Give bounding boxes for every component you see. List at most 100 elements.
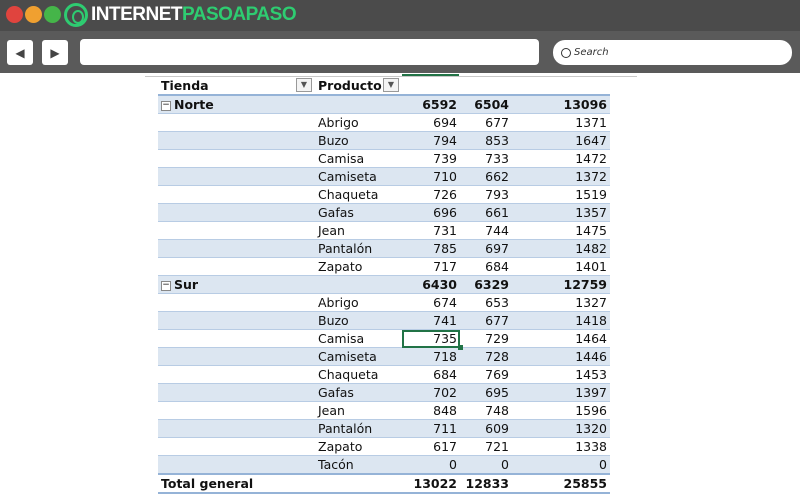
- empty-cell[interactable]: [158, 419, 315, 438]
- value-cell[interactable]: 1596: [512, 401, 610, 420]
- value-cell[interactable]: 1357: [512, 203, 610, 222]
- close-window-button[interactable]: [6, 6, 23, 23]
- value-cell[interactable]: 853: [460, 131, 512, 150]
- value-cell[interactable]: 617: [402, 437, 460, 456]
- header-cell[interactable]: [460, 77, 512, 96]
- empty-cell[interactable]: [158, 149, 315, 168]
- value-cell[interactable]: 694: [402, 113, 460, 132]
- empty-cell[interactable]: [315, 473, 402, 494]
- value-cell[interactable]: 729: [460, 329, 512, 348]
- value-cell[interactable]: 726: [402, 185, 460, 204]
- value-cell[interactable]: 1371: [512, 113, 610, 132]
- value-cell[interactable]: 848: [402, 401, 460, 420]
- empty-cell[interactable]: [158, 239, 315, 258]
- product-cell[interactable]: Buzo: [315, 311, 402, 330]
- value-cell[interactable]: 728: [460, 347, 512, 366]
- minimize-window-button[interactable]: [25, 6, 42, 23]
- value-cell[interactable]: 662: [460, 167, 512, 186]
- group-total-cell[interactable]: 6430: [402, 275, 460, 294]
- value-cell[interactable]: 695: [460, 383, 512, 402]
- product-cell[interactable]: Camiseta: [315, 347, 402, 366]
- value-cell[interactable]: 1482: [512, 239, 610, 258]
- empty-cell[interactable]: [158, 329, 315, 348]
- empty-cell[interactable]: [315, 94, 402, 114]
- group-label[interactable]: − Sur: [158, 275, 315, 294]
- tienda-filter-dropdown-icon[interactable]: ▼: [296, 78, 312, 92]
- value-cell[interactable]: 697: [460, 239, 512, 258]
- value-cell[interactable]: 684: [402, 365, 460, 384]
- empty-cell[interactable]: [158, 221, 315, 240]
- value-cell[interactable]: 717: [402, 257, 460, 276]
- value-cell[interactable]: 794: [402, 131, 460, 150]
- empty-cell[interactable]: [158, 131, 315, 150]
- value-cell[interactable]: 741: [402, 311, 460, 330]
- back-button[interactable]: ◀: [7, 40, 33, 65]
- group-total-cell[interactable]: 12759: [512, 275, 610, 294]
- collapse-icon[interactable]: −: [161, 100, 171, 111]
- value-cell[interactable]: 718: [402, 347, 460, 366]
- empty-cell[interactable]: [158, 167, 315, 186]
- value-cell[interactable]: 710: [402, 167, 460, 186]
- value-cell[interactable]: 721: [460, 437, 512, 456]
- group-total-cell[interactable]: 6329: [460, 275, 512, 294]
- empty-cell[interactable]: [158, 365, 315, 384]
- value-cell[interactable]: 653: [460, 293, 512, 312]
- product-cell[interactable]: Chaqueta: [315, 365, 402, 384]
- grand-total-label[interactable]: Total general: [158, 473, 315, 494]
- value-cell[interactable]: 1327: [512, 293, 610, 312]
- value-cell[interactable]: 609: [460, 419, 512, 438]
- value-cell[interactable]: 769: [460, 365, 512, 384]
- maximize-window-button[interactable]: [44, 6, 61, 23]
- value-cell[interactable]: 0: [460, 455, 512, 474]
- empty-cell[interactable]: [315, 275, 402, 294]
- value-cell[interactable]: 1397: [512, 383, 610, 402]
- product-cell[interactable]: Abrigo: [315, 293, 402, 312]
- address-bar[interactable]: [80, 39, 539, 65]
- empty-cell[interactable]: [158, 257, 315, 276]
- product-cell[interactable]: Jean: [315, 221, 402, 240]
- value-cell[interactable]: 1475: [512, 221, 610, 240]
- value-cell[interactable]: 1446: [512, 347, 610, 366]
- value-cell[interactable]: 1372: [512, 167, 610, 186]
- empty-cell[interactable]: [158, 113, 315, 132]
- empty-cell[interactable]: [158, 293, 315, 312]
- value-cell[interactable]: 793: [460, 185, 512, 204]
- value-cell[interactable]: 702: [402, 383, 460, 402]
- grand-total-cell[interactable]: 12833: [460, 473, 512, 494]
- collapse-icon[interactable]: −: [161, 280, 171, 291]
- product-cell[interactable]: Abrigo: [315, 113, 402, 132]
- empty-cell[interactable]: [158, 347, 315, 366]
- producto-filter-dropdown-icon[interactable]: ▼: [383, 78, 399, 92]
- empty-cell[interactable]: [158, 185, 315, 204]
- empty-cell[interactable]: [158, 311, 315, 330]
- value-cell[interactable]: 1464: [512, 329, 610, 348]
- product-cell[interactable]: Zapato: [315, 437, 402, 456]
- product-cell[interactable]: Camiseta: [315, 167, 402, 186]
- forward-button[interactable]: ▶: [42, 40, 68, 65]
- value-cell[interactable]: 674: [402, 293, 460, 312]
- header-cell[interactable]: [512, 77, 610, 96]
- group-total-cell[interactable]: 13096: [512, 94, 610, 114]
- product-cell[interactable]: Pantalón: [315, 419, 402, 438]
- value-cell[interactable]: 744: [460, 221, 512, 240]
- product-cell[interactable]: Gafas: [315, 383, 402, 402]
- product-cell[interactable]: Tacón: [315, 455, 402, 474]
- value-cell[interactable]: 0: [402, 455, 460, 474]
- product-cell[interactable]: Camisa: [315, 329, 402, 348]
- value-cell[interactable]: 684: [460, 257, 512, 276]
- value-cell[interactable]: 0: [512, 455, 610, 474]
- group-label[interactable]: − Norte: [158, 94, 315, 114]
- product-cell[interactable]: Buzo: [315, 131, 402, 150]
- group-total-cell[interactable]: 6504: [460, 94, 512, 114]
- search-input[interactable]: Search: [553, 40, 792, 65]
- value-cell[interactable]: 696: [402, 203, 460, 222]
- value-cell[interactable]: 739: [402, 149, 460, 168]
- product-cell[interactable]: Zapato: [315, 257, 402, 276]
- value-cell[interactable]: 785: [402, 239, 460, 258]
- value-cell[interactable]: 677: [460, 311, 512, 330]
- value-cell[interactable]: 1320: [512, 419, 610, 438]
- product-cell[interactable]: Chaqueta: [315, 185, 402, 204]
- grand-total-cell[interactable]: 25855: [512, 473, 610, 494]
- empty-cell[interactable]: [158, 383, 315, 402]
- value-cell[interactable]: 1519: [512, 185, 610, 204]
